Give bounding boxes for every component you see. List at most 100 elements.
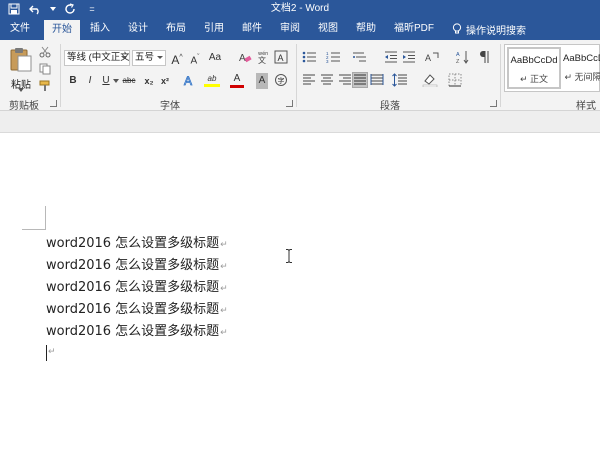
paragraph-launcher-icon[interactable] [490, 100, 497, 107]
decrease-indent-icon[interactable] [384, 50, 398, 66]
highlight-label: ab [207, 74, 217, 83]
shading-icon[interactable] [422, 73, 438, 89]
copy-icon[interactable] [38, 62, 52, 76]
paragraph-mark: ↵ [220, 328, 228, 338]
tab-design[interactable]: 设计 [122, 18, 154, 40]
cut-icon[interactable] [38, 45, 52, 59]
svg-text:A: A [278, 53, 284, 63]
justify-icon[interactable] [352, 72, 368, 88]
tab-help[interactable]: 帮助 [350, 18, 382, 40]
document-page[interactable]: word2016 怎么设置多级标题↵ word2016 怎么设置多级标题↵ wo… [0, 133, 600, 450]
font-name-select[interactable]: 等线 (中文正文 [64, 50, 130, 66]
document-line[interactable]: word2016 怎么设置多级标题↵ [46, 320, 228, 339]
group-divider [500, 44, 501, 107]
tab-file[interactable]: 文件 [4, 18, 36, 40]
numbering-icon[interactable]: 123 [326, 50, 342, 66]
sort-icon[interactable]: AZ [456, 50, 470, 66]
document-line[interactable]: word2016 怎么设置多级标题↵ [46, 298, 228, 317]
change-case-button[interactable]: Aa [208, 50, 222, 66]
line-text: word2016 怎么设置多级标题 [46, 258, 220, 273]
styles-group-label: 样式 [576, 101, 596, 112]
borders-icon[interactable] [448, 73, 462, 89]
svg-text:A: A [184, 74, 192, 87]
style-name: ↵ 正文 [519, 74, 549, 84]
underline-button[interactable]: U [99, 73, 113, 89]
style-sample: AaBbCcDd [563, 53, 600, 64]
ribbon-tabs: 文件 开始 插入 设计 布局 引用 邮件 审阅 视图 帮助 福昕PDF 操作说明… [0, 18, 600, 40]
multilevel-list-icon[interactable] [352, 50, 368, 66]
svg-text:Z: Z [456, 59, 460, 64]
tab-review[interactable]: 审阅 [274, 18, 306, 40]
document-line[interactable]: ↵ [46, 343, 56, 358]
paste-icon [10, 48, 32, 72]
style-no-spacing[interactable]: AaBbCcDd ↵ 无间隔 [563, 47, 600, 89]
paste-button[interactable]: 粘贴 [6, 44, 36, 92]
show-formatting-marks-icon[interactable] [478, 50, 492, 66]
shrink-font-button[interactable]: Aˇ [188, 50, 202, 66]
svg-text:3: 3 [326, 59, 329, 64]
bold-button[interactable]: B [66, 73, 80, 89]
highlight-color-button[interactable]: ab [204, 73, 220, 89]
character-shading-button[interactable]: A [256, 73, 268, 89]
line-text: word2016 怎么设置多级标题 [46, 280, 220, 295]
paragraph-group-label: 段落 [380, 101, 400, 112]
line-text: word2016 怎么设置多级标题 [46, 236, 220, 251]
tell-me-label: 操作说明搜索 [466, 25, 526, 37]
tab-foxit-pdf[interactable]: 福昕PDF [388, 18, 440, 40]
highlight-swatch [204, 84, 220, 87]
font-size-select[interactable]: 五号 [132, 50, 166, 66]
font-color-button[interactable]: A [230, 73, 244, 89]
font-launcher-icon[interactable] [286, 100, 293, 107]
font-group-label: 字体 [160, 101, 180, 112]
style-normal[interactable]: AaBbCcDd ↵ 正文 [507, 47, 561, 89]
clipboard-launcher-icon[interactable] [50, 100, 57, 107]
tab-references[interactable]: 引用 [198, 18, 230, 40]
align-left-icon[interactable] [302, 73, 316, 89]
phonetic-guide-icon[interactable]: wén 文 [256, 50, 270, 66]
increase-indent-icon[interactable] [402, 50, 416, 66]
grow-font-button[interactable]: A^ [170, 50, 184, 67]
group-divider [60, 44, 61, 107]
text-effects-icon[interactable]: A [182, 73, 196, 89]
text-caret [46, 345, 47, 361]
document-line[interactable]: word2016 怎么设置多级标题↵ [46, 276, 228, 295]
document-line[interactable]: word2016 怎么设置多级标题↵ [46, 232, 228, 251]
italic-button[interactable]: I [83, 73, 97, 89]
underline-dropdown-icon[interactable] [113, 73, 119, 89]
paragraph-mark: ↵ [220, 262, 228, 272]
tab-view[interactable]: 视图 [312, 18, 344, 40]
align-right-icon[interactable] [338, 73, 352, 89]
tab-mailings[interactable]: 邮件 [236, 18, 268, 40]
font-color-label: A [233, 73, 241, 84]
paragraph-mark: ↵ [220, 284, 228, 294]
character-border-icon[interactable]: A [274, 50, 288, 66]
ruler-area [0, 111, 600, 133]
align-center-icon[interactable] [320, 73, 334, 89]
tab-layout[interactable]: 布局 [160, 18, 192, 40]
title-bar: = 文档2 - Word [0, 0, 600, 18]
distributed-icon[interactable] [370, 73, 384, 89]
chinese-layout-icon[interactable]: A [424, 50, 440, 66]
styles-gallery: AaBbCcDd ↵ 正文 AaBbCcDd ↵ 无间隔 [504, 44, 600, 92]
svg-text:A: A [425, 53, 431, 63]
lightbulb-icon [452, 23, 462, 34]
line-text: word2016 怎么设置多级标题 [46, 324, 220, 339]
clear-formatting-icon[interactable]: A [238, 50, 252, 66]
svg-text:字: 字 [278, 76, 285, 85]
font-color-swatch [230, 85, 244, 88]
paragraph-mark: ↵ [48, 347, 56, 357]
subscript-button[interactable]: x₂ [142, 73, 156, 89]
tab-insert[interactable]: 插入 [84, 18, 116, 40]
strikethrough-button[interactable]: abc [122, 73, 136, 89]
line-spacing-icon[interactable] [392, 73, 408, 89]
svg-text:A: A [456, 52, 460, 58]
bullets-icon[interactable] [302, 50, 318, 66]
paragraph-mark: ↵ [220, 306, 228, 316]
margin-corner-mark [22, 206, 46, 230]
superscript-button[interactable]: x² [158, 73, 172, 89]
document-line[interactable]: word2016 怎么设置多级标题↵ [46, 254, 228, 273]
tab-home[interactable]: 开始 [44, 20, 80, 40]
enclose-characters-icon[interactable]: 字 [274, 73, 288, 89]
tell-me-search[interactable]: 操作说明搜索 [452, 18, 526, 40]
format-painter-icon[interactable] [38, 79, 52, 93]
